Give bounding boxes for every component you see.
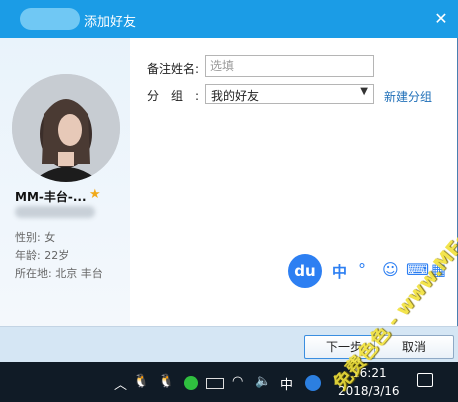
age-info: 年龄: 22岁 — [15, 249, 70, 262]
taskbar: ︿ 🐧 🐧 ◠ 🔈 中 16:21 2018/3/16 — [0, 362, 458, 402]
baidu-ime-logo-icon[interactable]: du — [288, 254, 322, 288]
star-icon: ★ — [89, 187, 101, 202]
group-select-value: 我的好友 — [211, 89, 260, 103]
punctuation-icon[interactable]: ° — [358, 260, 366, 279]
gender-info: 性别: 女 — [15, 231, 56, 244]
ime-indicator[interactable]: 中 — [280, 374, 293, 393]
chevron-up-icon[interactable]: ︿ — [114, 374, 127, 393]
title-bar[interactable]: 添加好友 ✕ — [0, 0, 458, 38]
emoji-icon[interactable]: ☺ — [382, 260, 399, 279]
profile-panel: MM-丰台-... ★ 性别: 女 年龄: 22岁 所在地: 北京 丰台 — [0, 38, 130, 326]
close-button[interactable]: ✕ — [430, 8, 452, 30]
blurred-app-icon — [20, 8, 80, 30]
chevron-down-icon: ▼ — [360, 86, 368, 97]
location-info: 所在地: 北京 丰台 — [15, 267, 103, 280]
notification-icon[interactable] — [417, 373, 433, 387]
app-tray-icon[interactable] — [184, 376, 198, 390]
battery-icon[interactable] — [206, 378, 224, 389]
qq-tray-icon-2[interactable]: 🐧 — [158, 374, 174, 389]
new-group-link[interactable]: 新建分组 — [384, 88, 432, 105]
window-title: 添加好友 — [84, 15, 137, 30]
avatar — [12, 74, 120, 182]
baidu-ime-tray-icon[interactable] — [305, 375, 321, 391]
nickname: MM-丰台-... — [15, 190, 87, 204]
avatar-image — [12, 74, 120, 182]
remark-label: 备注姓名: — [147, 62, 200, 76]
wifi-icon[interactable]: ◠ — [232, 374, 243, 389]
volume-icon[interactable]: 🔈 — [255, 374, 271, 389]
group-select[interactable]: 我的好友 ▼ — [205, 84, 374, 104]
group-label: 分组: — [147, 89, 212, 103]
ime-mode-toggle[interactable]: 中 — [332, 261, 347, 282]
qq-tray-icon[interactable]: 🐧 — [133, 374, 149, 389]
blurred-account-id — [15, 206, 95, 218]
remark-input[interactable] — [205, 55, 374, 77]
